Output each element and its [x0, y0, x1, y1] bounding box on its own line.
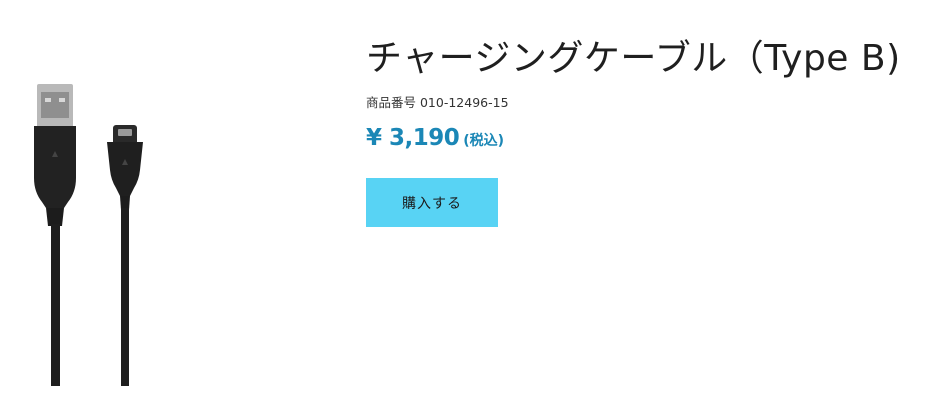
usb-connector-inner — [41, 92, 69, 118]
product-sku: 商品番号 010-12496-15 — [366, 95, 509, 110]
product-image — [0, 0, 340, 402]
product-title: チャージングケーブル（Type B) — [366, 38, 901, 79]
buy-button[interactable]: 購入する — [366, 178, 498, 227]
charging-cable-image — [34, 84, 143, 386]
product-info: チャージングケーブル（Type B) 商品番号 010-12496-15 ¥ 3… — [366, 0, 935, 402]
usb-cable — [51, 224, 60, 386]
device-cable — [121, 208, 129, 386]
usb-plug-housing — [34, 126, 76, 208]
device-connector-body — [107, 142, 143, 196]
price-tax-note: (税込) — [463, 133, 505, 149]
product-price: ¥ 3,190 (税込) — [366, 125, 504, 151]
usb-strain-relief — [46, 208, 64, 226]
price-amount: ¥ 3,190 — [366, 125, 460, 151]
